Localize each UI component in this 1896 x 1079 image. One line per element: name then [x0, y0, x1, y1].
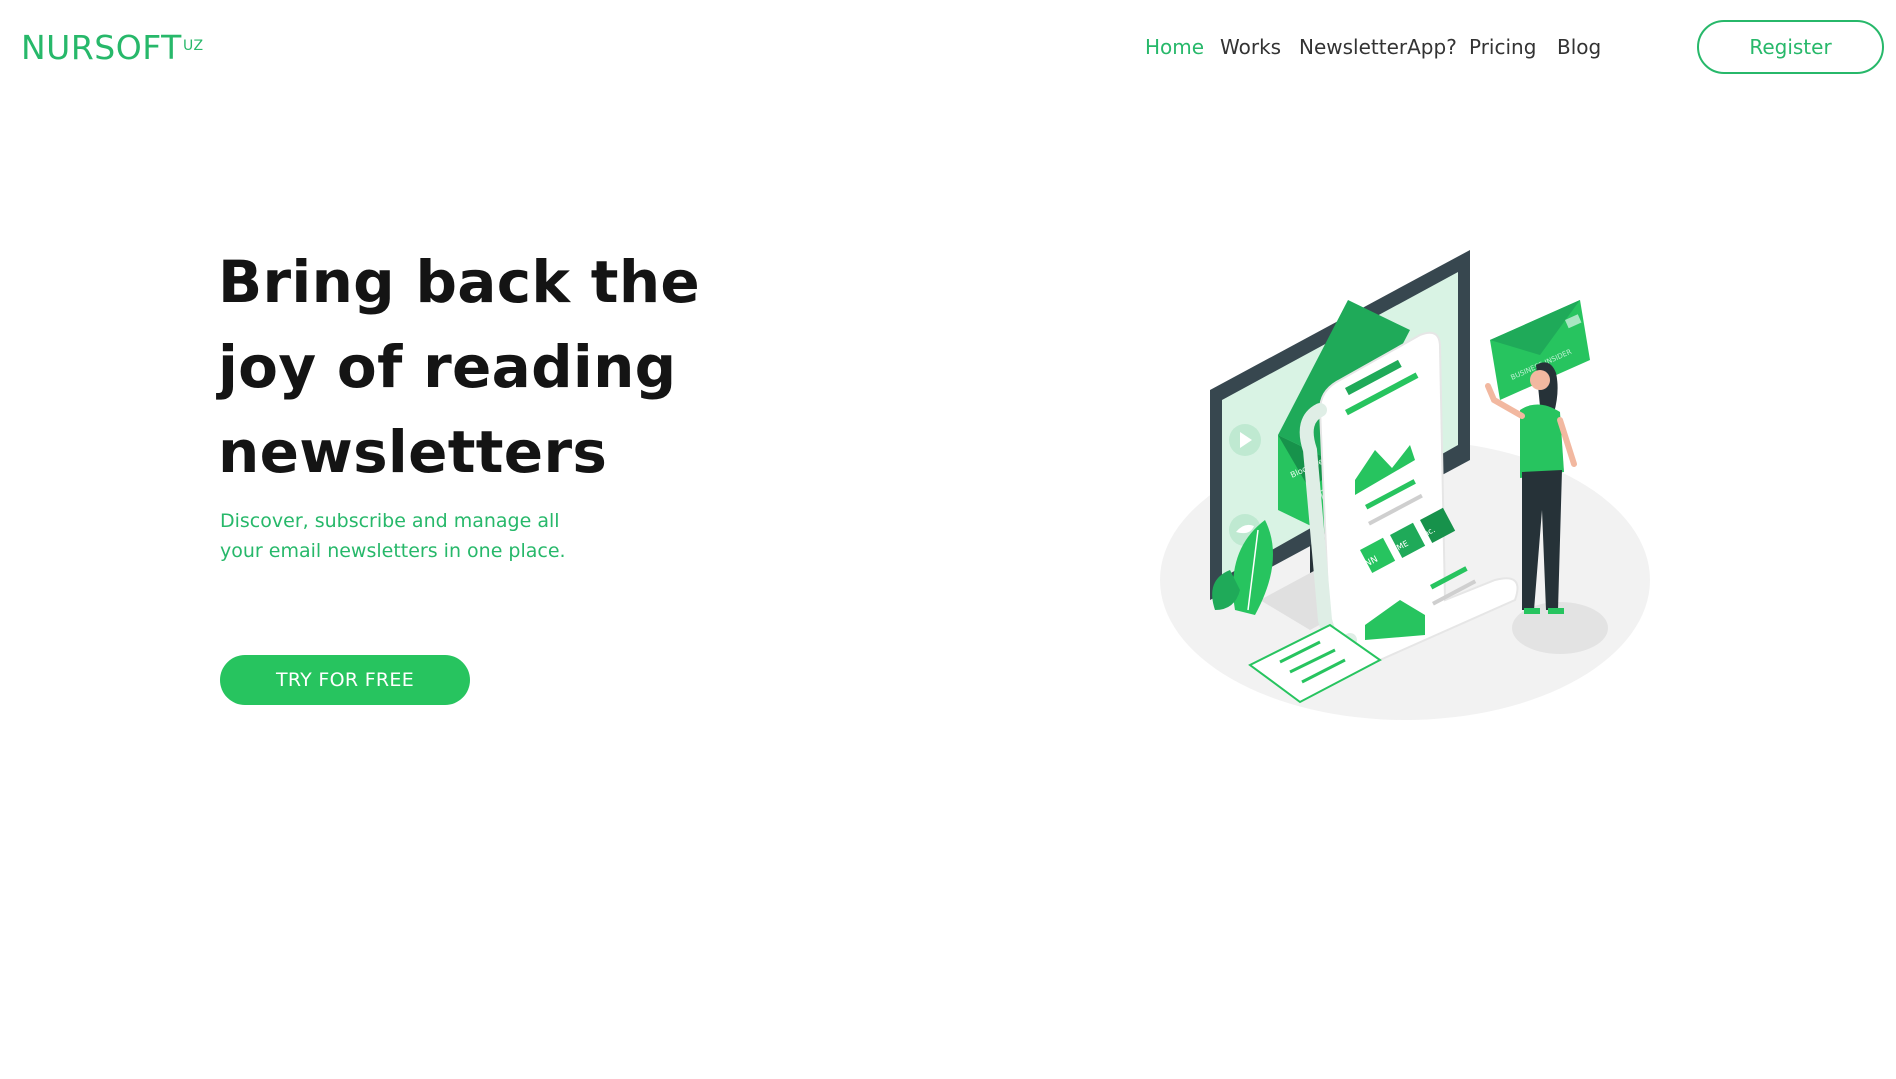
hero-subtitle-line: your email newsletters in one place. [220, 540, 566, 562]
nav-blog[interactable]: Blog [1557, 34, 1601, 60]
logo[interactable]: NURSOFT [21, 28, 182, 68]
nav-pricing[interactable]: Pricing [1469, 34, 1536, 60]
hero-illustration: Bloomberg TC CNN TIME Inc. [1160, 250, 1650, 720]
hero-title-line: newsletters [218, 418, 608, 486]
nav-newsletterapp[interactable]: NewsletterApp? [1299, 34, 1457, 60]
hero-title-line: Bring back the [218, 248, 701, 316]
nav-home[interactable]: Home [1145, 34, 1204, 60]
hero-title: Bring back the joy of reading newsletter… [218, 240, 778, 495]
site-header: NURSOFT UZ Home Works NewsletterApp? Pri… [0, 0, 1896, 95]
youtube-icon [1229, 424, 1261, 456]
try-for-free-button[interactable]: TRY FOR FREE [220, 655, 470, 705]
hero-title-line: joy of reading [218, 333, 677, 401]
page: NURSOFT UZ Home Works NewsletterApp? Pri… [0, 0, 1896, 1079]
hero-subtitle-line: Discover, subscribe and manage all [220, 510, 560, 532]
hero-subtitle: Discover, subscribe and manage all your … [220, 506, 640, 566]
logo-suffix: UZ [183, 38, 204, 54]
register-button[interactable]: Register [1697, 20, 1884, 74]
nav-works[interactable]: Works [1220, 34, 1281, 60]
